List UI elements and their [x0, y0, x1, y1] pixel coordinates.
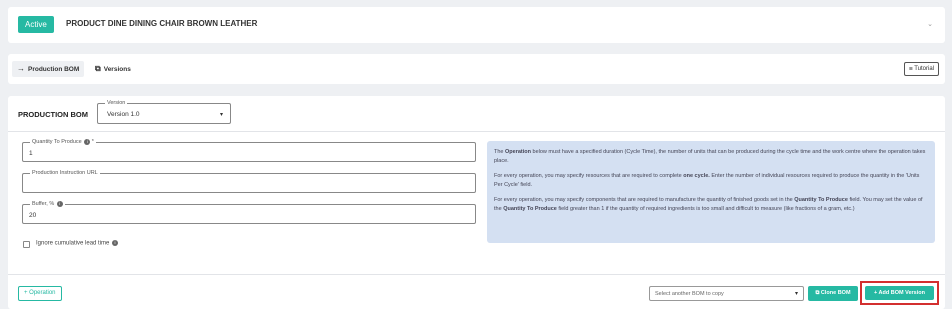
- tutorial-label: Tutorial: [914, 66, 934, 72]
- note-paragraph: The Operation below must have a specifie…: [494, 149, 926, 164]
- chevron-down-icon: ▾: [794, 291, 798, 297]
- divider: [8, 274, 945, 275]
- product-header: Active PRODUCT DINE DINING CHAIR BROWN L…: [8, 7, 945, 43]
- quantity-label: Quantity To Produce i *: [30, 138, 96, 147]
- production-bom-panel: PRODUCTION BOM Version Version 1.0 ▾ Qua…: [8, 96, 945, 309]
- version-label: Version: [105, 99, 128, 108]
- tab-versions[interactable]: ⧉ Versions: [90, 61, 136, 77]
- buffer-value: 20: [29, 212, 37, 219]
- add-operation-button[interactable]: + Operation: [18, 286, 62, 301]
- tutorial-button[interactable]: ⫢ Tutorial: [904, 62, 939, 76]
- info-icon: i: [56, 200, 63, 207]
- highlight-box: + Add BOM Version: [860, 281, 939, 305]
- info-icon: i: [112, 240, 119, 246]
- divider: [8, 131, 945, 132]
- clone-label: Clone BOM: [820, 290, 851, 296]
- clone-bom-button[interactable]: ⧉ Clone BOM: [808, 286, 858, 301]
- version-value: Version 1.0: [107, 111, 140, 118]
- signpost-icon: ⫢: [909, 66, 913, 72]
- buffer-field[interactable]: Buffer, % i 20: [22, 200, 476, 224]
- quantity-value: 1: [29, 150, 33, 157]
- copy-bom-select[interactable]: Select another BOM to copy ▾: [649, 286, 804, 301]
- arrow-right-icon: →: [17, 64, 25, 73]
- tab-label: Versions: [103, 66, 131, 73]
- tab-bar: → Production BOM ⧉ Versions ⫢ Tutorial: [8, 54, 945, 84]
- status-badge: Active: [18, 16, 54, 33]
- add-bom-version-button[interactable]: + Add BOM Version: [865, 286, 934, 300]
- production-instruction-url-field[interactable]: Production Instruction URL: [22, 169, 476, 193]
- copy-icon: ⧉: [815, 290, 820, 296]
- tab-production-bom[interactable]: → Production BOM: [12, 61, 85, 77]
- version-select[interactable]: Version Version 1.0 ▾: [97, 99, 231, 124]
- buffer-label: Buffer, % i: [30, 200, 65, 209]
- note-paragraph: For every operation, you may specify res…: [494, 173, 920, 188]
- ignore-lead-time-label: Ignore cumulative lead time i: [36, 240, 119, 247]
- url-label: Production Instruction URL: [30, 169, 100, 178]
- copy-icon: ⧉: [95, 64, 101, 73]
- product-title: PRODUCT DINE DINING CHAIR BROWN LEATHER: [66, 19, 258, 28]
- info-note: The Operation below must have a specifie…: [487, 141, 935, 243]
- tab-label: Production BOM: [28, 66, 80, 73]
- quantity-to-produce-field[interactable]: Quantity To Produce i * 1: [22, 138, 476, 162]
- note-paragraph: For every operation, you may specify com…: [494, 197, 923, 212]
- info-icon: i: [84, 138, 91, 145]
- page-title: PRODUCTION BOM: [18, 110, 88, 119]
- chevron-down-icon: ▾: [219, 112, 223, 118]
- ignore-lead-time-checkbox[interactable]: [23, 241, 30, 248]
- chevron-down-icon[interactable]: ⌄: [927, 20, 933, 28]
- bom-select-placeholder: Select another BOM to copy: [655, 291, 724, 297]
